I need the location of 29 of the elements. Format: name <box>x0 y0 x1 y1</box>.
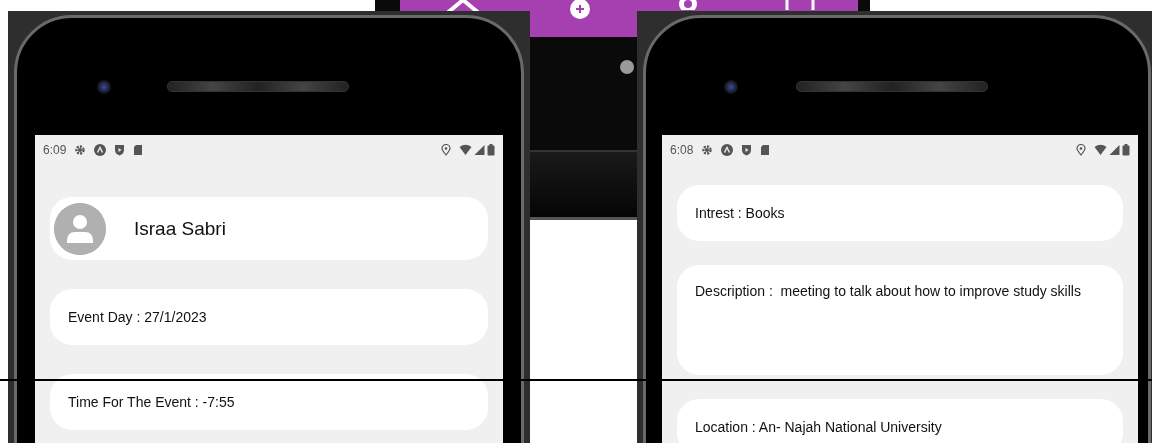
status-time: 6:08 <box>670 143 694 157</box>
camera-dot <box>620 60 634 74</box>
camera-lens <box>724 80 738 94</box>
info-card: Location : An- Najah National University <box>677 399 1123 443</box>
battery-icon <box>487 144 495 156</box>
info-card: Description : meeting to talk about how to improve study skills <box>677 265 1123 375</box>
shield-icon <box>114 144 126 156</box>
sd-card-icon <box>760 144 771 156</box>
info-card: Time For The Event : -7:55 <box>50 374 488 430</box>
battery-icon <box>1122 144 1130 156</box>
circle-a-icon <box>94 144 107 156</box>
wifi-icon <box>1094 144 1107 156</box>
circle-a-icon <box>721 144 734 156</box>
wifi-icon <box>459 144 472 156</box>
signal-icon <box>1109 144 1120 156</box>
profile-name: Israa Sabri <box>134 216 226 241</box>
location-pin-icon <box>1076 144 1086 156</box>
add-icon[interactable] <box>569 0 591 20</box>
location-pin-icon <box>441 144 451 156</box>
signal-icon <box>474 144 485 156</box>
info-card: Intrest : Books <box>677 185 1123 241</box>
shield-icon <box>741 144 753 156</box>
gear-icon <box>74 144 87 156</box>
camera-lens <box>97 80 111 94</box>
status-time: 6:09 <box>43 143 67 157</box>
info-card: Event Day : 27/1/2023 <box>50 289 488 345</box>
gear-icon <box>701 144 714 156</box>
sd-card-icon <box>133 144 144 156</box>
avatar-icon <box>54 202 106 255</box>
